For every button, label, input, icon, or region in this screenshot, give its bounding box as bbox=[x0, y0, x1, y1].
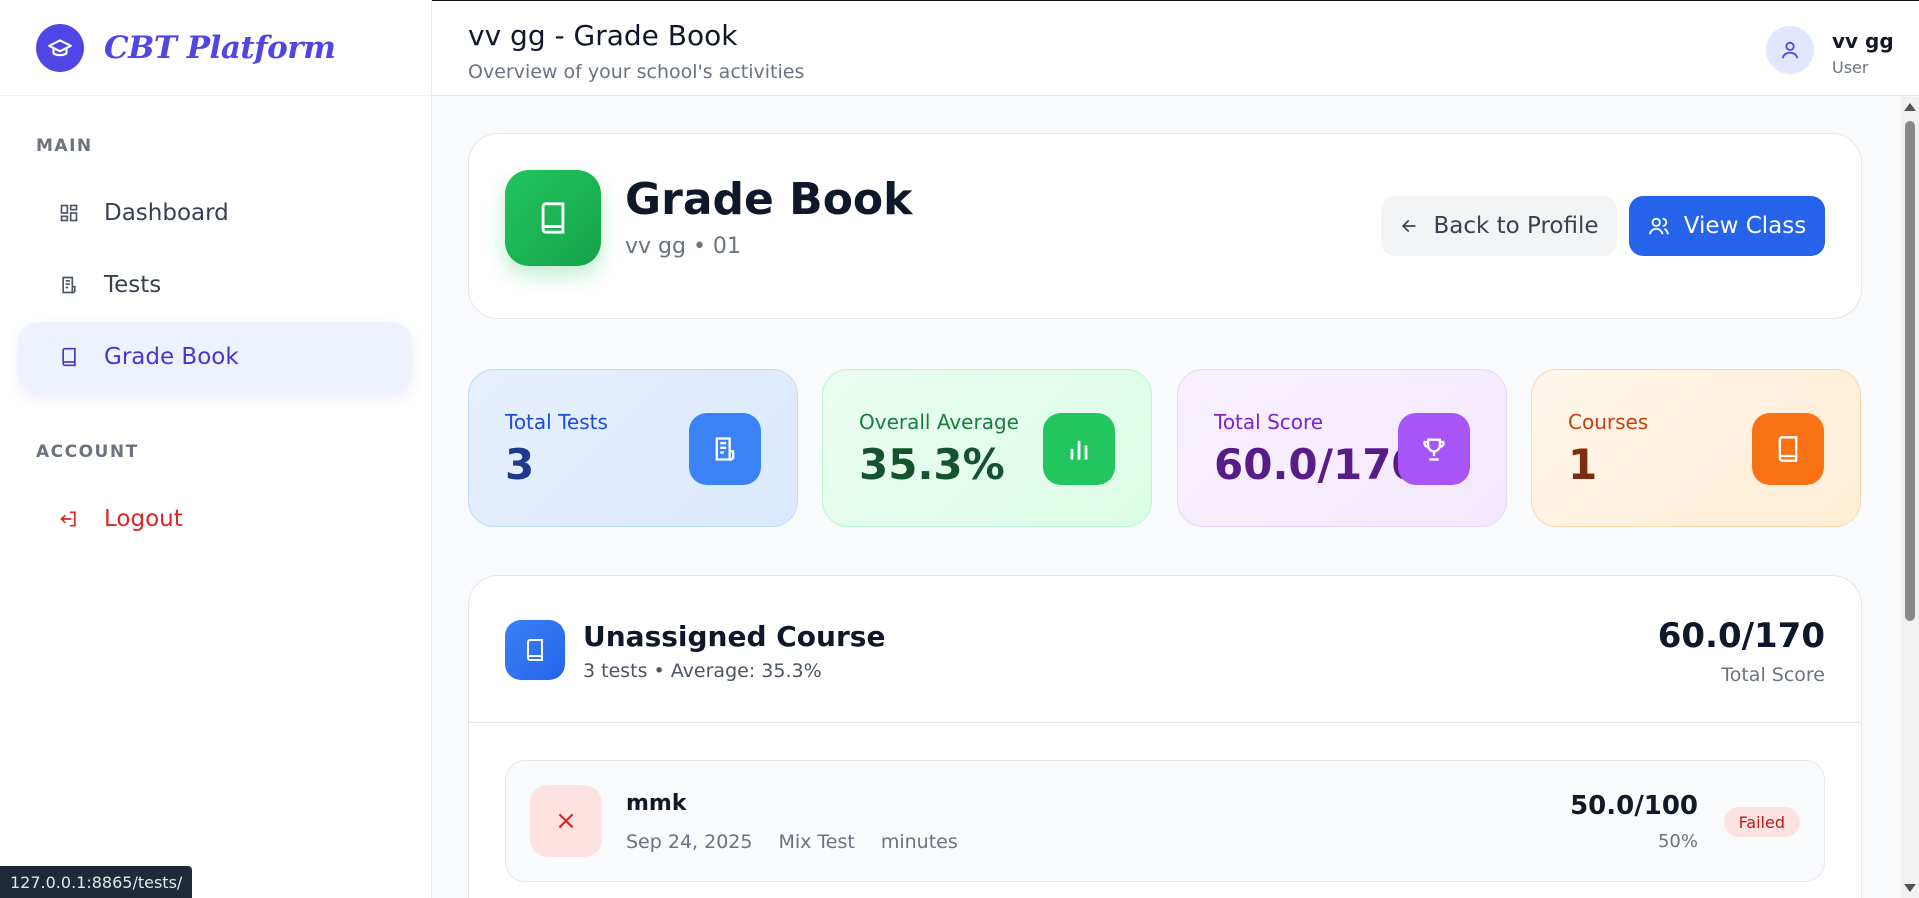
sidebar-item-tests[interactable]: Tests bbox=[18, 250, 412, 320]
stat-value: 35.3% bbox=[859, 440, 1005, 489]
stat-card-total-score: Total Score 60.0/170 bbox=[1177, 369, 1507, 527]
course-total-score: 60.0/170 bbox=[1657, 616, 1825, 656]
stat-card-overall-average: Overall Average 35.3% bbox=[822, 369, 1152, 527]
user-name[interactable]: vv gg bbox=[1832, 29, 1894, 53]
test-meta: Sep 24, 2025 Mix Test minutes bbox=[626, 831, 958, 853]
logout-icon bbox=[58, 508, 80, 530]
course-title: Unassigned Course bbox=[583, 620, 886, 653]
page-title: vv gg - Grade Book bbox=[468, 19, 738, 52]
sidebar-item-dashboard[interactable]: Dashboard bbox=[18, 178, 412, 248]
test-document-icon bbox=[689, 413, 761, 485]
stat-card-total-tests: Total Tests 3 bbox=[468, 369, 798, 527]
stat-value: 60.0/170 bbox=[1214, 440, 1421, 489]
status-badge: Failed bbox=[1723, 807, 1800, 837]
main-content: Grade Book vv gg • 01 Back to Profile Vi… bbox=[432, 97, 1901, 898]
view-class-label: View Class bbox=[1683, 213, 1807, 239]
test-score: 50.0/100 bbox=[1570, 791, 1698, 821]
nav-section-main: MAIN bbox=[36, 136, 93, 156]
view-class-button[interactable]: View Class bbox=[1629, 196, 1825, 256]
course-subtitle: 3 tests • Average: 35.3% bbox=[583, 660, 822, 682]
gradebook-subtitle: vv gg • 01 bbox=[625, 234, 741, 259]
test-duration: minutes bbox=[880, 831, 958, 853]
test-date: Sep 24, 2025 bbox=[626, 831, 753, 853]
sidebar-item-grade-book[interactable]: Grade Book bbox=[18, 322, 412, 392]
book-icon bbox=[58, 346, 80, 368]
divider bbox=[469, 722, 1861, 723]
logout-label: Logout bbox=[104, 506, 183, 532]
scroll-up-arrow-icon[interactable] bbox=[1904, 103, 1916, 111]
course-card: Unassigned Course 3 tests • Average: 35.… bbox=[468, 575, 1862, 898]
top-header: vv gg - Grade Book Overview of your scho… bbox=[432, 0, 1919, 96]
tests-icon bbox=[58, 274, 80, 296]
graduation-cap-icon bbox=[36, 23, 84, 72]
course-total-score-label: Total Score bbox=[1721, 664, 1825, 686]
book-icon bbox=[505, 620, 565, 680]
arrow-left-icon bbox=[1399, 216, 1419, 236]
sidebar-item-label: Tests bbox=[104, 272, 162, 298]
gradebook-title: Grade Book bbox=[625, 174, 913, 225]
bar-chart-icon bbox=[1043, 413, 1115, 485]
users-icon bbox=[1648, 215, 1670, 237]
stat-value: 3 bbox=[505, 440, 535, 489]
nav-section-account: ACCOUNT bbox=[36, 442, 139, 462]
stat-label: Total Tests bbox=[505, 410, 608, 434]
stat-label: Total Score bbox=[1214, 410, 1324, 434]
status-bar-url: 127.0.0.1:8865/tests/ bbox=[0, 866, 193, 898]
user-avatar[interactable] bbox=[1766, 26, 1814, 74]
dashboard-icon bbox=[58, 202, 80, 224]
scrollbar[interactable] bbox=[1901, 97, 1919, 898]
user-icon bbox=[1781, 41, 1799, 59]
scroll-down-arrow-icon[interactable] bbox=[1904, 884, 1916, 892]
book-icon bbox=[1752, 413, 1824, 485]
logout-button[interactable]: Logout bbox=[18, 484, 412, 554]
test-percent: 50% bbox=[1657, 831, 1698, 852]
back-to-profile-label: Back to Profile bbox=[1433, 213, 1599, 239]
sidebar: CBT Platform MAIN Dashboard Tests Grade … bbox=[0, 0, 432, 898]
brand[interactable]: CBT Platform bbox=[0, 0, 431, 96]
stat-label: Overall Average bbox=[859, 410, 1019, 434]
test-row[interactable]: × mmk Sep 24, 2025 Mix Test minutes 50.0… bbox=[505, 760, 1825, 882]
trophy-icon bbox=[1398, 413, 1470, 485]
gradebook-header-card: Grade Book vv gg • 01 Back to Profile Vi… bbox=[468, 133, 1862, 319]
stat-value: 1 bbox=[1568, 440, 1598, 489]
test-type: Mix Test bbox=[778, 831, 855, 853]
back-to-profile-button[interactable]: Back to Profile bbox=[1381, 196, 1617, 256]
close-icon: × bbox=[530, 785, 602, 857]
sidebar-item-label: Grade Book bbox=[104, 344, 239, 370]
test-name: mmk bbox=[626, 791, 687, 816]
user-role: User bbox=[1832, 58, 1869, 77]
stat-label: Courses bbox=[1568, 410, 1649, 434]
sidebar-item-label: Dashboard bbox=[104, 200, 229, 226]
scrollbar-thumb[interactable] bbox=[1905, 121, 1915, 621]
brand-name: CBT Platform bbox=[104, 29, 336, 66]
book-icon bbox=[505, 170, 601, 266]
page-subtitle: Overview of your school's activities bbox=[468, 61, 805, 83]
stat-card-courses: Courses 1 bbox=[1531, 369, 1861, 527]
